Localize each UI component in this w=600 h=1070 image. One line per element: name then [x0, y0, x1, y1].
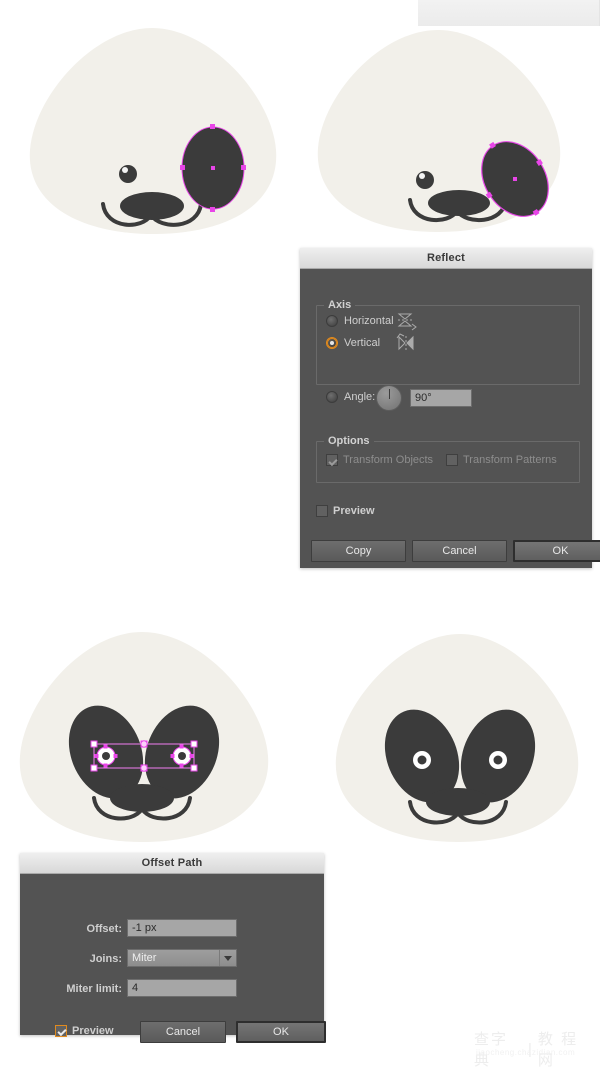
offset-path-dialog[interactable]: Offset Path Offset: -1 px Joins: Miter M…	[20, 853, 326, 1043]
checkbox-transform-objects[interactable]	[326, 454, 338, 466]
panda-illustration-2	[317, 30, 561, 232]
preview-option[interactable]: Preview	[55, 1025, 114, 1037]
right-pupil-center	[493, 755, 503, 765]
reflect-vertical-icon	[396, 333, 414, 351]
preview-label: Preview	[333, 505, 375, 517]
angle-input[interactable]: 90°	[410, 389, 472, 407]
axis-option-angle-label: Angle:	[344, 391, 376, 403]
reflect-horizontal-icon	[397, 313, 417, 331]
miter-limit-label: Miter limit:	[66, 983, 122, 995]
nose-shape	[428, 190, 490, 216]
nose-shape	[426, 788, 490, 816]
transform-patterns-option[interactable]: Transform Patterns	[446, 454, 557, 466]
right-eye-patch-center-point	[513, 177, 517, 181]
angle-dial-icon[interactable]	[376, 385, 402, 411]
watermark-url: jiaocheng.chazidian.com	[476, 1048, 576, 1057]
cancel-button[interactable]: Cancel	[412, 540, 507, 562]
transform-patterns-label: Transform Patterns	[463, 454, 557, 466]
joins-label: Joins:	[89, 953, 122, 965]
axis-option-vertical-label: Vertical	[344, 337, 381, 349]
panda-illustration-1	[29, 28, 277, 234]
preview-option[interactable]: Preview	[316, 505, 375, 517]
axis-option-horizontal[interactable]: Horizontal	[326, 315, 394, 327]
joins-select[interactable]: Miter	[127, 949, 237, 967]
reflect-dialog[interactable]: Reflect Axis Horizontal Vertical Angle: …	[300, 248, 600, 569]
axis-option-angle[interactable]: Angle:	[326, 391, 375, 403]
panda-artboard-3	[14, 626, 299, 851]
left-pupil-center	[417, 755, 427, 765]
checkbox-preview[interactable]	[55, 1025, 67, 1037]
offset-input[interactable]: -1 px	[127, 919, 237, 937]
radio-horizontal[interactable]	[326, 315, 338, 327]
reflect-dialog-title: Reflect	[300, 248, 592, 269]
nose-shape	[110, 784, 174, 812]
checkbox-transform-patterns[interactable]	[446, 454, 458, 466]
nose-shape	[120, 192, 184, 220]
joins-select-value: Miter	[132, 952, 157, 964]
axis-option-vertical[interactable]: Vertical	[326, 337, 380, 349]
checkbox-preview[interactable]	[316, 505, 328, 517]
background-panel-strip	[415, 0, 600, 26]
left-pupil-center	[102, 752, 110, 760]
preview-label: Preview	[72, 1025, 114, 1037]
background-panel-edge	[415, 0, 418, 26]
offset-path-dialog-title: Offset Path	[20, 853, 324, 874]
app-canvas: Reflect Axis Horizontal Vertical Angle: …	[0, 0, 600, 1069]
options-fieldset-legend: Options	[324, 435, 374, 447]
ok-button[interactable]: OK	[513, 540, 600, 562]
panda-artboard-4	[322, 626, 597, 851]
transform-objects-label: Transform Objects	[343, 454, 434, 466]
panda-illustration-3	[19, 632, 269, 842]
ok-button[interactable]: OK	[236, 1021, 326, 1043]
copy-button[interactable]: Copy	[311, 540, 406, 562]
right-pupil-center	[178, 752, 186, 760]
axis-fieldset-legend: Axis	[324, 299, 356, 311]
reflect-dialog-body: Axis Horizontal Vertical Angle: 90° Opti…	[300, 269, 600, 569]
radio-angle[interactable]	[326, 391, 338, 403]
transform-objects-option[interactable]: Transform Objects	[326, 454, 433, 466]
left-pupil-highlight	[419, 173, 425, 179]
radio-vertical[interactable]	[326, 337, 338, 349]
offset-label: Offset:	[86, 923, 122, 935]
chevron-down-icon[interactable]	[219, 950, 236, 966]
left-pupil	[416, 171, 434, 189]
panda-artboard-1	[14, 18, 294, 243]
left-pupil-highlight	[122, 167, 128, 173]
panda-illustration-4	[335, 634, 579, 842]
panda-artboard-2	[310, 24, 595, 244]
left-pupil	[119, 165, 137, 183]
axis-option-horizontal-label: Horizontal	[344, 315, 394, 327]
cancel-button[interactable]: Cancel	[140, 1021, 226, 1043]
miter-limit-input[interactable]: 4	[127, 979, 237, 997]
offset-path-dialog-body: Offset: -1 px Joins: Miter Miter limit: …	[20, 874, 326, 1043]
